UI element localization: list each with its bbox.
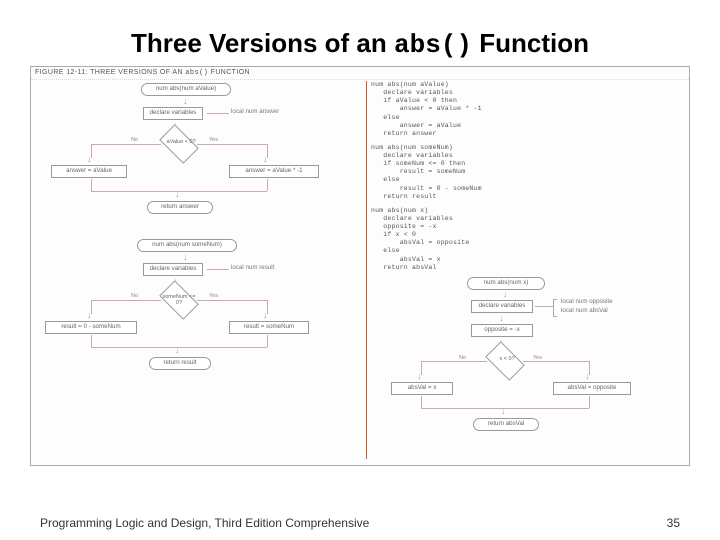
arrow-icon: ↓ [263, 155, 268, 164]
code-block-2: num abs(num someNum) declare variables i… [371, 144, 685, 201]
fc1-no: No [131, 137, 138, 143]
connector [197, 144, 267, 145]
footer-text: Programming Logic and Design, Third Edit… [40, 516, 369, 530]
slide-title: Three Versions of an abs() Function [30, 28, 690, 60]
fc1-start: num abs(num aValue) [141, 83, 231, 96]
connector [91, 335, 92, 347]
fc3-decision: x < 0? [485, 341, 525, 381]
figure-caption: FIGURE 12-11: THREE VERSIONS OF AN abs()… [31, 67, 689, 80]
title-pre: Three Versions of an [131, 28, 394, 58]
fc1-declare: declare variables [143, 107, 203, 120]
fc2-left: result = 0 - someNum [45, 321, 137, 334]
flowchart-left-area: num abs(num aValue) ↓ declare variables … [31, 81, 366, 465]
brace-icon [553, 299, 557, 317]
connector [91, 144, 161, 145]
fc1-yes: Yes [209, 137, 218, 143]
pseudocode-area: num abs(num aValue) declare variables if… [371, 81, 685, 272]
connector [197, 300, 267, 301]
slide: Three Versions of an abs() Function FIGU… [0, 0, 720, 540]
arrow-icon: ↓ [87, 155, 92, 164]
flowchart-3-area: num abs(num x) ↓ declare variables local… [371, 277, 685, 465]
fc1-return: return answer [147, 201, 213, 214]
connector [207, 113, 229, 114]
fc2-declare: declare variables [143, 263, 203, 276]
page-number: 35 [667, 516, 680, 530]
figcap-code: abs() [185, 69, 208, 77]
arrow-icon: ↓ [183, 97, 188, 106]
connector [207, 269, 229, 270]
title-post: Function [472, 28, 589, 58]
connector [91, 179, 92, 191]
fc2-yes: Yes [209, 293, 218, 299]
arrow-icon: ↓ [87, 311, 92, 320]
connector [421, 361, 487, 362]
fc2-decision: someNum <= 0? [159, 280, 199, 320]
fc3-declare: declare variables [471, 300, 533, 313]
arrow-icon: ↓ [417, 372, 422, 381]
fc2-no: No [131, 293, 138, 299]
connector [267, 179, 268, 191]
connector [267, 335, 268, 347]
fc3-return: return absVal [473, 418, 539, 431]
fc3-opp: opposite = -x [471, 324, 533, 337]
connector [535, 306, 553, 307]
slide-footer: Programming Logic and Design, Third Edit… [40, 516, 680, 530]
arrow-icon: ↓ [175, 346, 180, 355]
code-block-1: num abs(num aValue) declare variables if… [371, 81, 685, 138]
title-code: abs() [394, 30, 472, 60]
connector [589, 396, 590, 408]
connector [421, 396, 422, 408]
fc2-return: return result [149, 357, 211, 370]
fc1-left: answer = aValue [51, 165, 127, 178]
connector [91, 300, 161, 301]
figure-container: FIGURE 12-11: THREE VERSIONS OF AN abs()… [30, 66, 690, 466]
code-block-3: num abs(num x) declare variables opposit… [371, 207, 685, 272]
fc1-right: answer = aValue * -1 [229, 165, 319, 178]
fc1-decision: aValue < 0? [159, 124, 199, 164]
fc3-left: absVal = x [391, 382, 453, 395]
arrow-icon: ↓ [263, 311, 268, 320]
fc3-right: absVal = opposite [553, 382, 631, 395]
fc2-cond: someNum <= 0? [159, 294, 199, 306]
arrow-icon: ↓ [585, 372, 590, 381]
arrow-icon: ↓ [499, 314, 504, 323]
fc3-local2: local num absVal [561, 308, 657, 315]
arrow-icon: ↓ [175, 190, 180, 199]
fc2-local: local num result [231, 265, 311, 272]
fc3-cond: x < 0? [487, 356, 527, 362]
fc2-start: num abs(num someNum) [137, 239, 237, 252]
arrow-icon: ↓ [503, 290, 508, 299]
fc2-right: result = someNum [229, 321, 309, 334]
fc1-cond: aValue < 0? [161, 139, 201, 145]
vertical-divider [366, 81, 367, 459]
arrow-icon: ↓ [183, 253, 188, 262]
fc3-start: num abs(num x) [467, 277, 545, 290]
connector [523, 361, 589, 362]
figcap-post: FUNCTION [208, 69, 250, 76]
fc3-local1: local num opposite [561, 299, 657, 306]
arrow-icon: ↓ [501, 407, 506, 416]
figcap-pre: FIGURE 12-11: THREE VERSIONS OF AN [35, 69, 185, 76]
fc1-local: local num answer [231, 109, 311, 116]
